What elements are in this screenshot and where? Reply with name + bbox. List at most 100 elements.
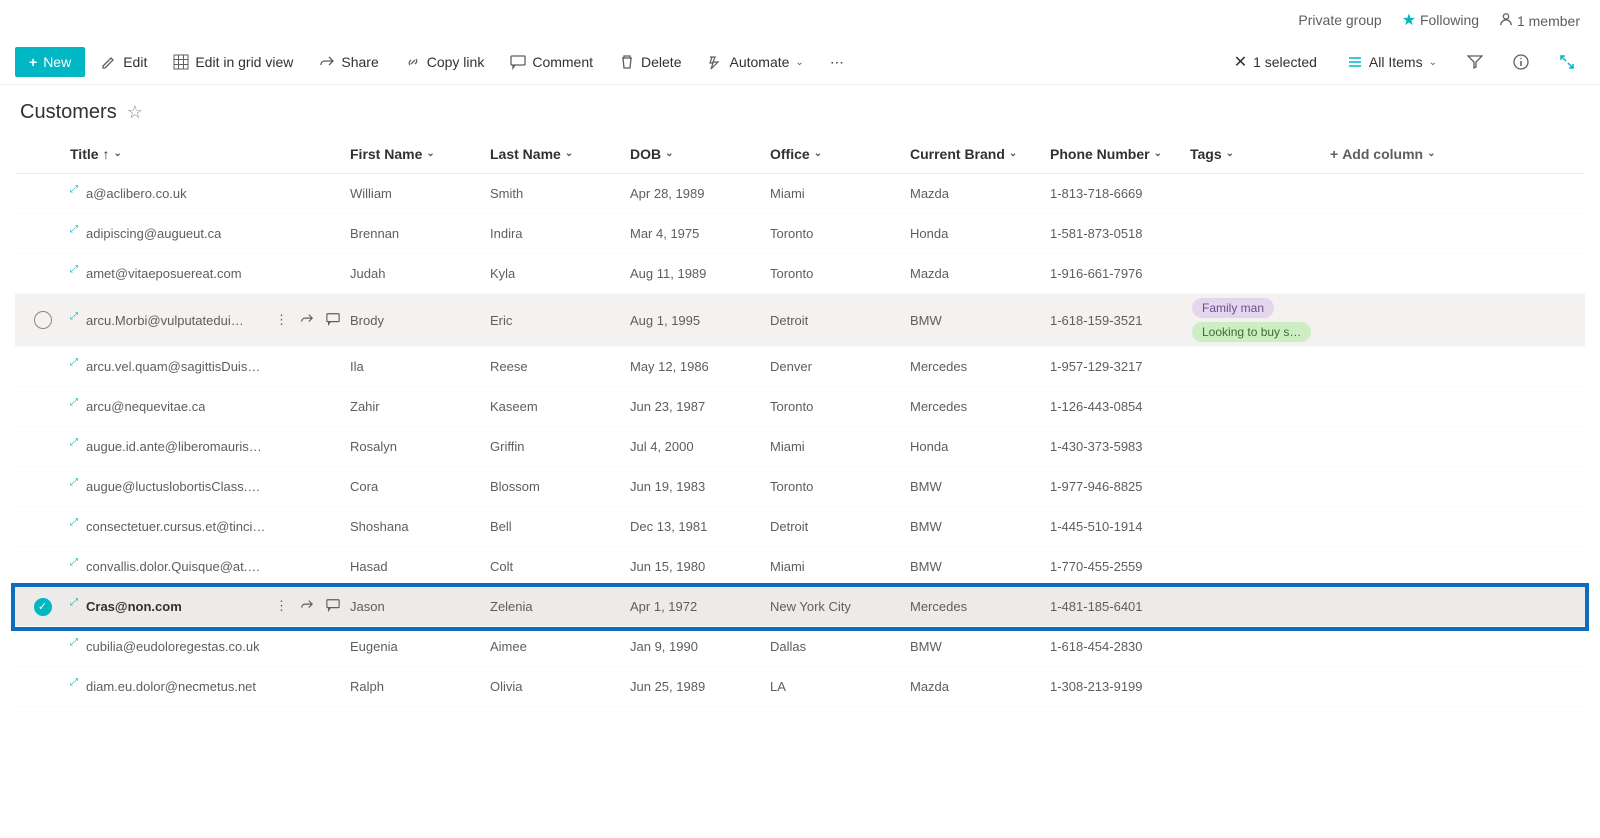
tag-pill: Looking to buy s… [1192,322,1311,342]
row-share-icon[interactable] [300,312,314,329]
first-cell: Judah [350,266,490,281]
last-cell: Kaseem [490,399,630,414]
view-selector[interactable]: All Items⌄ [1337,48,1447,76]
last-cell: Indira [490,226,630,241]
first-cell: William [350,186,490,201]
last-cell: Aimee [490,639,630,654]
last-cell: Zelenia [490,599,630,614]
table-row[interactable]: ⤢consectetuer.cursus.et@tinciduntDonec.c… [15,507,1585,547]
tags-cell: Family manLooking to buy s… [1190,296,1330,344]
brand-cell: BMW [910,519,1050,534]
info-button[interactable] [1503,48,1539,76]
chevron-down-icon: ⌄ [814,148,822,159]
brand-cell: Mazda [910,679,1050,694]
new-button[interactable]: +New [15,47,85,77]
office-cell: Toronto [770,226,910,241]
person-icon [1499,12,1513,26]
comment-button[interactable]: Comment [500,48,603,76]
filter-button[interactable] [1457,48,1493,76]
add-column-button[interactable]: + Add column ⌄ [1330,146,1585,162]
title-cell: Cras@non.com [86,599,182,614]
title-cell: a@aclibero.co.uk [86,186,187,201]
row-more-icon[interactable]: ⋮ [275,312,288,329]
clear-selection-button[interactable]: ✕1 selected [1224,46,1327,78]
hyperlink-icon: ⤢ [70,477,78,488]
table-row[interactable]: ⤢amet@vitaeposuereat.comJudahKylaAug 11,… [15,254,1585,294]
phone-cell: 1-430-373-5983 [1050,439,1190,454]
col-phone[interactable]: Phone Number ⌄ [1050,146,1190,162]
col-tags[interactable]: Tags ⌄ [1190,146,1330,162]
row-checkbox[interactable]: ✓ [34,598,52,616]
table-row[interactable]: ⤢arcu@nequevitae.caZahirKaseemJun 23, 19… [15,387,1585,427]
dob-cell: Jan 9, 1990 [630,639,770,654]
col-office[interactable]: Office ⌄ [770,146,910,162]
expand-icon [1559,54,1575,70]
brand-cell: Mercedes [910,399,1050,414]
phone-cell: 1-126-443-0854 [1050,399,1190,414]
row-comment-icon[interactable] [326,312,340,329]
table-row[interactable]: ✓⤢Cras@non.com⋮JasonZeleniaApr 1, 1972Ne… [15,587,1585,627]
office-cell: Toronto [770,479,910,494]
table-row[interactable]: ⤢arcu.Morbi@vulputatedui…⋮BrodyEricAug 1… [15,294,1585,347]
chevron-down-icon: ⌄ [1427,148,1435,159]
chevron-down-icon: ⌄ [665,148,673,159]
col-lastname[interactable]: Last Name ⌄ [490,146,630,162]
title-cell: arcu.vel.quam@sagittisDuisgravida.com [86,359,266,374]
dob-cell: Jul 4, 2000 [630,439,770,454]
table-row[interactable]: ⤢arcu.vel.quam@sagittisDuisgravida.comIl… [15,347,1585,387]
row-comment-icon[interactable] [326,598,340,615]
office-cell: Detroit [770,313,910,328]
phone-cell: 1-618-454-2830 [1050,639,1190,654]
phone-cell: 1-916-661-7976 [1050,266,1190,281]
brand-cell: BMW [910,479,1050,494]
copy-link-button[interactable]: Copy link [395,48,495,76]
phone-cell: 1-308-213-9199 [1050,679,1190,694]
col-dob[interactable]: DOB ⌄ [630,146,770,162]
share-button[interactable]: Share [309,48,388,76]
row-more-icon[interactable]: ⋮ [275,598,288,615]
edit-button[interactable]: Edit [91,48,157,76]
hyperlink-icon: ⤢ [70,264,78,275]
delete-button[interactable]: Delete [609,48,691,76]
dob-cell: Jun 15, 1980 [630,559,770,574]
members-link[interactable]: 1 member [1499,12,1580,29]
dob-cell: Aug 1, 1995 [630,313,770,328]
brand-cell: BMW [910,639,1050,654]
hyperlink-icon: ⤢ [70,397,78,408]
title-cell: convallis.dolor.Quisque@at.co.uk [86,559,266,574]
plus-icon: + [29,54,37,70]
last-cell: Olivia [490,679,630,694]
phone-cell: 1-813-718-6669 [1050,186,1190,201]
trash-icon [619,54,635,70]
flow-icon [707,54,723,70]
automate-button[interactable]: Automate⌄ [697,48,813,76]
table-row[interactable]: ⤢adipiscing@augueut.caBrennanIndiraMar 4… [15,214,1585,254]
row-checkbox[interactable] [34,311,52,329]
table-row[interactable]: ⤢diam.eu.dolor@necmetus.netRalphOliviaJu… [15,667,1585,707]
table-row[interactable]: ⤢augue.id.ante@liberomaurisaliquam.co.uk… [15,427,1585,467]
hyperlink-icon: ⤢ [70,437,78,448]
more-button[interactable]: ⋯ [820,48,854,77]
col-brand[interactable]: Current Brand ⌄ [910,146,1050,162]
following-link[interactable]: ★ Following [1402,10,1479,30]
private-group-label: Private group [1298,12,1381,28]
table-row[interactable]: ⤢convallis.dolor.Quisque@at.co.ukHasadCo… [15,547,1585,587]
table-row[interactable]: ⤢augue@luctuslobortisClass.co.ukCoraBlos… [15,467,1585,507]
star-icon: ★ [1402,12,1416,29]
chevron-down-icon: ⌄ [1009,148,1017,159]
col-firstname[interactable]: First Name ⌄ [350,146,490,162]
close-icon: ✕ [1234,52,1247,72]
edit-grid-button[interactable]: Edit in grid view [163,48,303,76]
table-row[interactable]: ⤢cubilia@eudoloregestas.co.ukEugeniaAime… [15,627,1585,667]
table-row[interactable]: ⤢a@aclibero.co.ukWilliamSmithApr 28, 198… [15,174,1585,214]
chevron-down-icon: ⌄ [795,57,803,68]
favorite-star-icon[interactable]: ☆ [127,102,143,123]
title-cell: diam.eu.dolor@necmetus.net [86,679,256,694]
row-share-icon[interactable] [300,598,314,615]
col-title[interactable]: Title ↑ ⌄ [70,146,350,162]
expand-button[interactable] [1549,48,1585,76]
last-cell: Smith [490,186,630,201]
chevron-down-icon: ⌄ [114,148,122,159]
title-cell: adipiscing@augueut.ca [86,226,221,241]
brand-cell: Mercedes [910,359,1050,374]
